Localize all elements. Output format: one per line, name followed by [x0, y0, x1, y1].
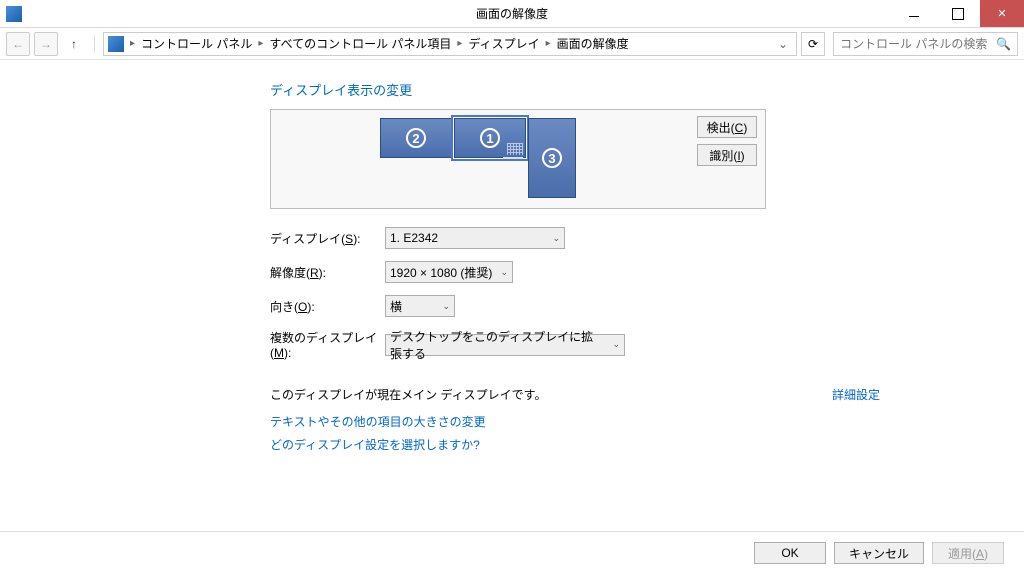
- main-display-message: このディスプレイが現在メイン ディスプレイです。: [270, 386, 546, 403]
- cancel-button[interactable]: キャンセル: [834, 542, 924, 564]
- forward-button[interactable]: →: [34, 32, 58, 56]
- advanced-settings-link[interactable]: 詳細設定: [832, 386, 880, 403]
- display-value: 1. E2342: [390, 231, 438, 245]
- multi-display-value: デスクトップをこのディスプレイに拡張する: [390, 328, 604, 362]
- which-display-link[interactable]: どのディスプレイ設定を選択しますか?: [270, 436, 880, 453]
- back-button[interactable]: ←: [6, 32, 30, 56]
- ok-button[interactable]: OK: [754, 542, 826, 564]
- chevron-right-icon: ▸: [256, 38, 265, 49]
- monitor-number: 2: [406, 128, 426, 148]
- content-area: ディスプレイ表示の変更 2 1 3 検出(C) 識別(I) ディスプレイ(S: [0, 60, 1024, 576]
- breadcrumb-dropdown-icon[interactable]: ⌄: [774, 37, 792, 51]
- breadcrumb-item[interactable]: コントロール パネル: [141, 35, 252, 52]
- orientation-value: 横: [390, 298, 402, 315]
- page-heading: ディスプレイ表示の変更: [270, 80, 880, 99]
- maximize-button[interactable]: [936, 0, 980, 27]
- breadcrumb-item[interactable]: ディスプレイ: [468, 35, 539, 52]
- refresh-button[interactable]: ⟳: [801, 32, 825, 56]
- breadcrumb-item[interactable]: 画面の解像度: [557, 35, 629, 52]
- title-bar: 画面の解像度: [0, 0, 1024, 28]
- breadcrumb[interactable]: ▸ コントロール パネル ▸ すべてのコントロール パネル項目 ▸ ディスプレイ…: [103, 32, 797, 56]
- footer-buttons: OK キャンセル 適用(A): [0, 531, 1024, 564]
- detect-button[interactable]: 検出(C): [697, 116, 757, 138]
- control-panel-icon: [108, 36, 124, 52]
- nav-bar: ← → ↑ ▸ コントロール パネル ▸ すべてのコントロール パネル項目 ▸ …: [0, 28, 1024, 60]
- chevron-down-icon: ⌄: [552, 233, 560, 244]
- search-input[interactable]: [840, 37, 996, 51]
- monitor-2[interactable]: 2: [380, 118, 452, 158]
- resolution-value: 1920 × 1080 (推奨): [390, 264, 492, 281]
- chevron-down-icon: ⌄: [500, 267, 508, 278]
- search-box[interactable]: 🔍: [833, 32, 1018, 56]
- multi-display-select[interactable]: デスクトップをこのディスプレイに拡張する⌄: [385, 334, 625, 356]
- monitor-number: 1: [480, 128, 500, 148]
- monitor-3[interactable]: 3: [528, 118, 576, 198]
- display-arrangement-box[interactable]: 2 1 3 検出(C) 識別(I): [270, 109, 766, 209]
- orientation-label: 向き(O):: [270, 298, 385, 315]
- chevron-right-icon: ▸: [455, 38, 464, 49]
- apply-button[interactable]: 適用(A): [932, 542, 1004, 564]
- window-title: 画面の解像度: [476, 5, 548, 22]
- multi-display-label: 複数のディスプレイ(M):: [270, 329, 385, 360]
- minimize-button[interactable]: [892, 0, 936, 27]
- monitor-number: 3: [542, 148, 562, 168]
- breadcrumb-item[interactable]: すべてのコントロール パネル項目: [269, 35, 451, 52]
- chevron-right-icon: ▸: [544, 38, 553, 49]
- chevron-right-icon: ▸: [128, 38, 137, 49]
- monitor-1[interactable]: 1: [454, 118, 526, 158]
- resolution-select[interactable]: 1920 × 1080 (推奨) ⌄: [385, 261, 513, 283]
- text-size-link[interactable]: テキストやその他の項目の大きさの変更: [270, 413, 880, 430]
- search-icon: 🔍: [996, 37, 1011, 51]
- close-button[interactable]: [980, 0, 1024, 27]
- app-icon: [6, 6, 22, 22]
- display-select[interactable]: 1. E2342 ⌄: [385, 227, 565, 249]
- taskbar-icon: [507, 143, 523, 155]
- chevron-down-icon: ⌄: [442, 301, 450, 312]
- up-button[interactable]: ↑: [62, 32, 86, 56]
- display-label: ディスプレイ(S):: [270, 230, 385, 247]
- orientation-select[interactable]: 横⌄: [385, 295, 455, 317]
- identify-button[interactable]: 識別(I): [697, 144, 757, 166]
- resolution-label: 解像度(R):: [270, 264, 385, 281]
- chevron-down-icon: ⌄: [612, 339, 620, 350]
